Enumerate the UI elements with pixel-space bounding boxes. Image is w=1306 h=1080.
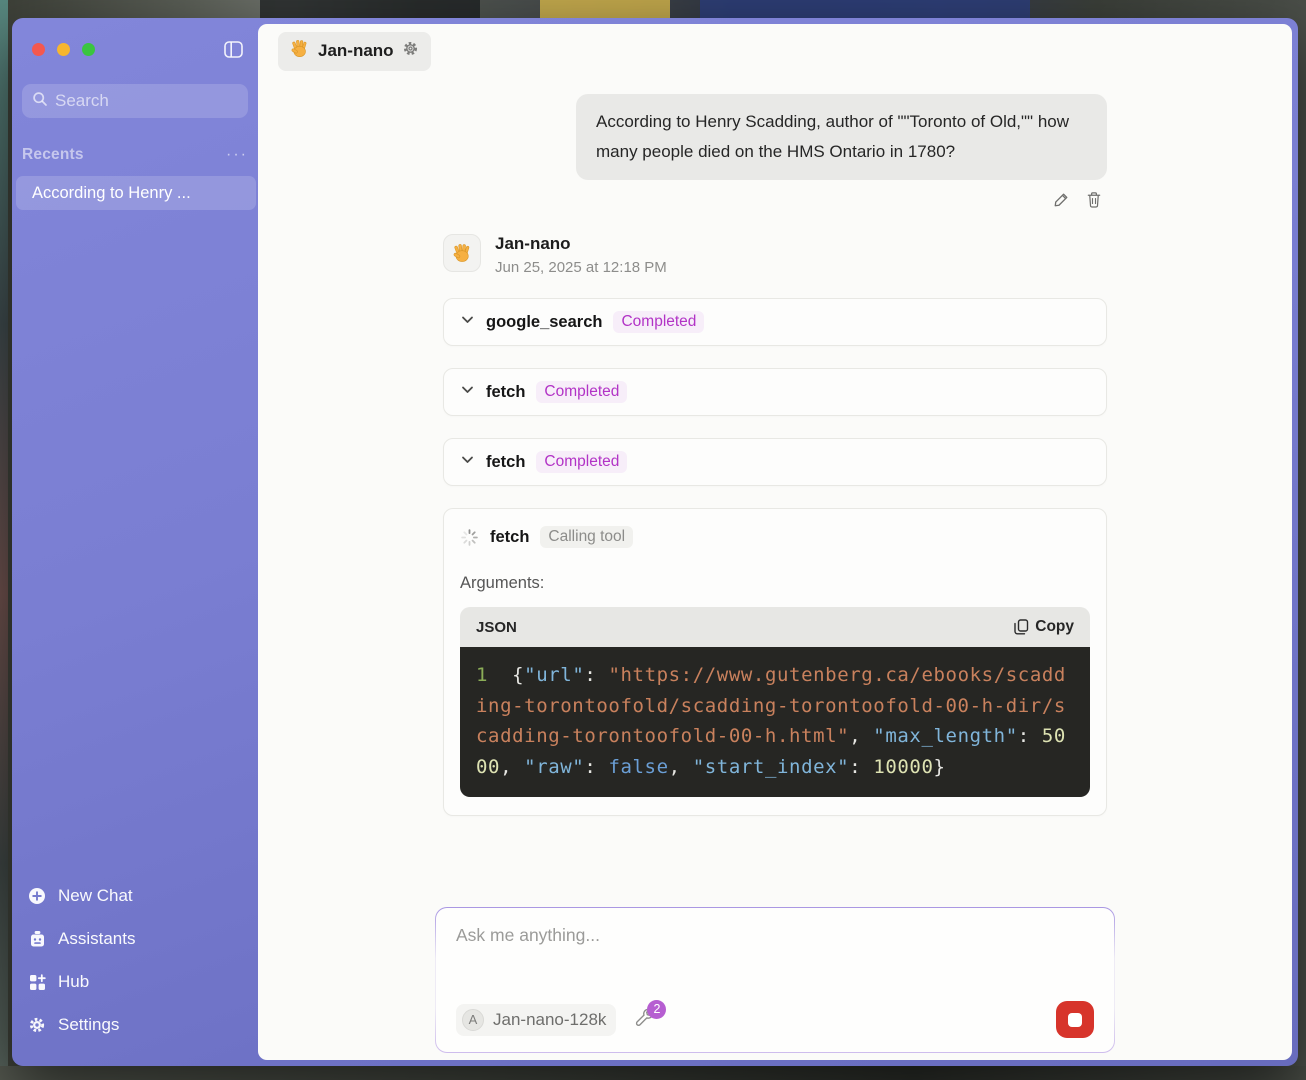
stop-generation-button[interactable]	[1056, 1001, 1094, 1038]
message-timestamp: Jun 25, 2025 at 12:18 PM	[495, 259, 667, 276]
sidebar-item-new-chat[interactable]: New Chat	[22, 879, 248, 913]
model-selector[interactable]: A Jan-nano-128k	[456, 1004, 616, 1036]
app-window: Recents ··· According to Henry ... New C…	[12, 18, 1298, 1066]
assistant-selector[interactable]: Jan-nano	[278, 32, 431, 71]
code-block: JSON Copy 1 {"url": "https://www.gutenbe…	[460, 607, 1090, 797]
tool-name: google_search	[486, 313, 602, 332]
chevron-down-icon	[460, 312, 475, 332]
code-language-label: JSON	[476, 619, 517, 636]
model-name: Jan-nano-128k	[493, 1010, 606, 1030]
sidebar-item-assistants[interactable]: Assistants	[22, 922, 248, 956]
stop-icon	[1068, 1013, 1082, 1027]
wallpaper-patch	[700, 0, 1030, 20]
tool-call-running-card: fetch Calling tool Arguments: JSON Copy …	[443, 508, 1107, 816]
tool-call-row: fetch Calling tool	[460, 526, 1090, 548]
line-number: 1	[476, 664, 488, 686]
nav-label: New Chat	[58, 886, 133, 906]
status-badge: Completed	[536, 451, 627, 473]
chevron-down-icon	[460, 452, 475, 472]
wallpaper-patch	[0, 0, 8, 1080]
composer: A Jan-nano-128k 2	[435, 907, 1115, 1053]
gear-icon[interactable]	[402, 40, 419, 62]
page-title: Jan-nano	[318, 41, 394, 61]
nav-label: Assistants	[58, 929, 135, 949]
sidebar-toggle-icon[interactable]	[220, 37, 246, 61]
copy-button[interactable]: Copy	[1014, 618, 1074, 636]
copy-icon	[1014, 619, 1029, 635]
sidebar-item-recent-chat[interactable]: According to Henry ...	[16, 176, 256, 210]
tool-name: fetch	[490, 528, 529, 547]
search-input[interactable]	[55, 91, 276, 111]
tools-count-badge: 2	[647, 1000, 666, 1019]
edit-message-icon[interactable]	[1052, 190, 1070, 208]
delete-message-icon[interactable]	[1085, 190, 1103, 208]
main-header: Jan-nano	[258, 24, 1292, 70]
titlebar	[12, 40, 258, 58]
user-message: According to Henry Scadding, author of "…	[576, 94, 1107, 180]
spinner-icon	[460, 528, 479, 547]
assistant-meta: Jan-nano Jun 25, 2025 at 12:18 PM	[495, 234, 667, 276]
nav-label: Settings	[58, 1015, 119, 1035]
status-badge: Completed	[613, 311, 704, 333]
assistant-avatar	[443, 234, 481, 272]
tools-button[interactable]: 2	[634, 1007, 658, 1033]
status-badge: Completed	[536, 381, 627, 403]
search-field[interactable]	[22, 84, 248, 118]
nav-label: Hub	[58, 972, 89, 992]
traffic-lights	[32, 43, 95, 56]
sidebar-item-hub[interactable]: Hub	[22, 965, 248, 999]
main-panel: Jan-nano According to Henry Scadding, au…	[258, 24, 1292, 1060]
sidebar-nav: New Chat Assistants Hub Settings	[12, 879, 258, 1042]
chat-thread: According to Henry Scadding, author of "…	[443, 70, 1107, 816]
code-block-header: JSON Copy	[460, 607, 1090, 647]
sidebar: Recents ··· According to Henry ... New C…	[12, 18, 258, 1066]
search-icon	[32, 91, 48, 112]
tool-call-row[interactable]: fetch Completed	[443, 438, 1107, 486]
arguments-label: Arguments:	[460, 574, 1090, 593]
recents-label: Recents	[22, 146, 84, 164]
wallpaper-patch	[540, 0, 670, 20]
gear-icon	[28, 1016, 46, 1034]
recents-more-button[interactable]: ···	[226, 150, 248, 160]
tool-call-row[interactable]: google_search Completed	[443, 298, 1107, 346]
chat-input[interactable]	[456, 925, 1094, 946]
model-avatar: A	[462, 1009, 484, 1031]
recent-chat-label: According to Henry ...	[32, 184, 191, 203]
new-chat-icon	[28, 887, 46, 905]
chevron-down-icon	[460, 382, 475, 402]
sidebar-spacer	[12, 210, 258, 879]
sidebar-item-settings[interactable]: Settings	[22, 1008, 248, 1042]
status-badge: Calling tool	[540, 526, 633, 548]
wallpaper-patch	[0, 1066, 1306, 1080]
code-content: 1 {"url": "https://www.gutenberg.ca/eboo…	[460, 647, 1090, 797]
recents-header: Recents ···	[22, 146, 248, 164]
composer-toolbar: A Jan-nano-128k 2	[456, 1001, 1094, 1038]
tool-name: fetch	[486, 383, 525, 402]
hub-icon	[28, 973, 46, 991]
minimize-window-button[interactable]	[57, 43, 70, 56]
tool-call-row[interactable]: fetch Completed	[443, 368, 1107, 416]
copy-label: Copy	[1035, 618, 1074, 636]
waving-hand-icon	[452, 243, 473, 264]
zoom-window-button[interactable]	[82, 43, 95, 56]
message-actions	[443, 190, 1107, 208]
tool-name: fetch	[486, 453, 525, 472]
close-window-button[interactable]	[32, 43, 45, 56]
waving-hand-icon	[290, 39, 310, 64]
assistant-name: Jan-nano	[495, 234, 667, 254]
assistants-icon	[28, 930, 46, 948]
assistant-header: Jan-nano Jun 25, 2025 at 12:18 PM	[443, 234, 1107, 276]
wallpaper-patch	[260, 0, 480, 20]
